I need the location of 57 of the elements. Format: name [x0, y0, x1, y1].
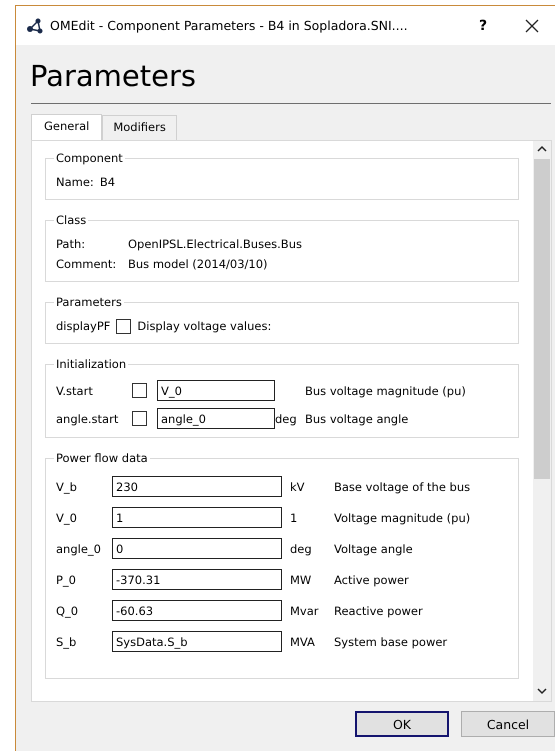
- input-field[interactable]: 0: [112, 538, 282, 559]
- page-heading: Parameters: [30, 59, 197, 95]
- field-label: Path:: [56, 237, 86, 251]
- parameter-name: P_0: [56, 572, 78, 586]
- parameter-name: angle_0: [56, 542, 102, 556]
- input-field[interactable]: 1: [112, 507, 282, 528]
- parameter-description: Reactive power: [334, 604, 424, 618]
- input-field[interactable]: SysData.S_b: [112, 631, 282, 652]
- input-field[interactable]: -60.63: [112, 600, 282, 621]
- group-title: Power flow data: [55, 451, 149, 465]
- parameter-name: V_0: [56, 510, 78, 524]
- input-field[interactable]: 230: [112, 476, 282, 497]
- unit-label: deg: [275, 412, 297, 426]
- parameter-description: Voltage magnitude (pu): [334, 510, 472, 524]
- close-icon[interactable]: [525, 18, 539, 32]
- parameter-name: Q_0: [56, 604, 80, 618]
- parameter-description: Bus voltage angle: [305, 412, 410, 426]
- help-button[interactable]: ?: [463, 18, 503, 34]
- cancel-button[interactable]: Cancel: [461, 711, 555, 737]
- parameter-name: V_b: [56, 480, 78, 494]
- field-value: B4: [100, 175, 116, 189]
- field-value: Bus model (2014/03/10): [128, 257, 269, 271]
- checkbox[interactable]: [132, 383, 147, 398]
- unit-label: Mvar: [290, 604, 320, 618]
- app-logo-icon: [26, 18, 44, 34]
- group-title: Initialization: [55, 357, 128, 371]
- input-field[interactable]: -370.31: [112, 569, 282, 590]
- parameter-description: Voltage angle: [334, 542, 414, 556]
- checkbox[interactable]: [116, 318, 132, 334]
- input-field[interactable]: V_0: [157, 380, 275, 401]
- parameter-description: Active power: [334, 572, 410, 586]
- field-label: Comment:: [56, 257, 118, 271]
- parameter-name: V.start: [56, 384, 94, 398]
- unit-label: kV: [290, 480, 306, 494]
- group-title: Class: [55, 213, 88, 227]
- window-title: OMEdit - Component Parameters - B4 in Sopladora.SNI....: [50, 18, 409, 33]
- field-label: Name:: [56, 175, 94, 189]
- ok-button[interactable]: OK: [355, 711, 449, 737]
- parameter-description: Bus voltage magnitude (pu): [305, 384, 467, 398]
- field-value: OpenIPSL.Electrical.Buses.Bus: [128, 237, 303, 251]
- parameter-name: S_b: [56, 634, 78, 648]
- unit-label: 1: [290, 510, 298, 524]
- tab[interactable]: Modifiers: [102, 115, 177, 140]
- unit-label: MW: [290, 572, 312, 586]
- unit-label: MVA: [290, 634, 316, 648]
- unit-label: deg: [290, 542, 313, 556]
- parameter-name: displayPF: [56, 319, 110, 333]
- tab[interactable]: General: [31, 114, 102, 140]
- group-title: Component: [55, 151, 124, 165]
- scrollbar[interactable]: [533, 141, 551, 701]
- parameter-description: System base power: [334, 634, 448, 648]
- checkbox[interactable]: [132, 411, 147, 426]
- parameter-description: Display voltage values:: [137, 319, 272, 333]
- parameter-description: Base voltage of the bus: [334, 480, 472, 494]
- group-title: Parameters: [55, 295, 123, 309]
- parameter-name: angle.start: [56, 412, 120, 426]
- input-field[interactable]: angle_0: [157, 408, 275, 429]
